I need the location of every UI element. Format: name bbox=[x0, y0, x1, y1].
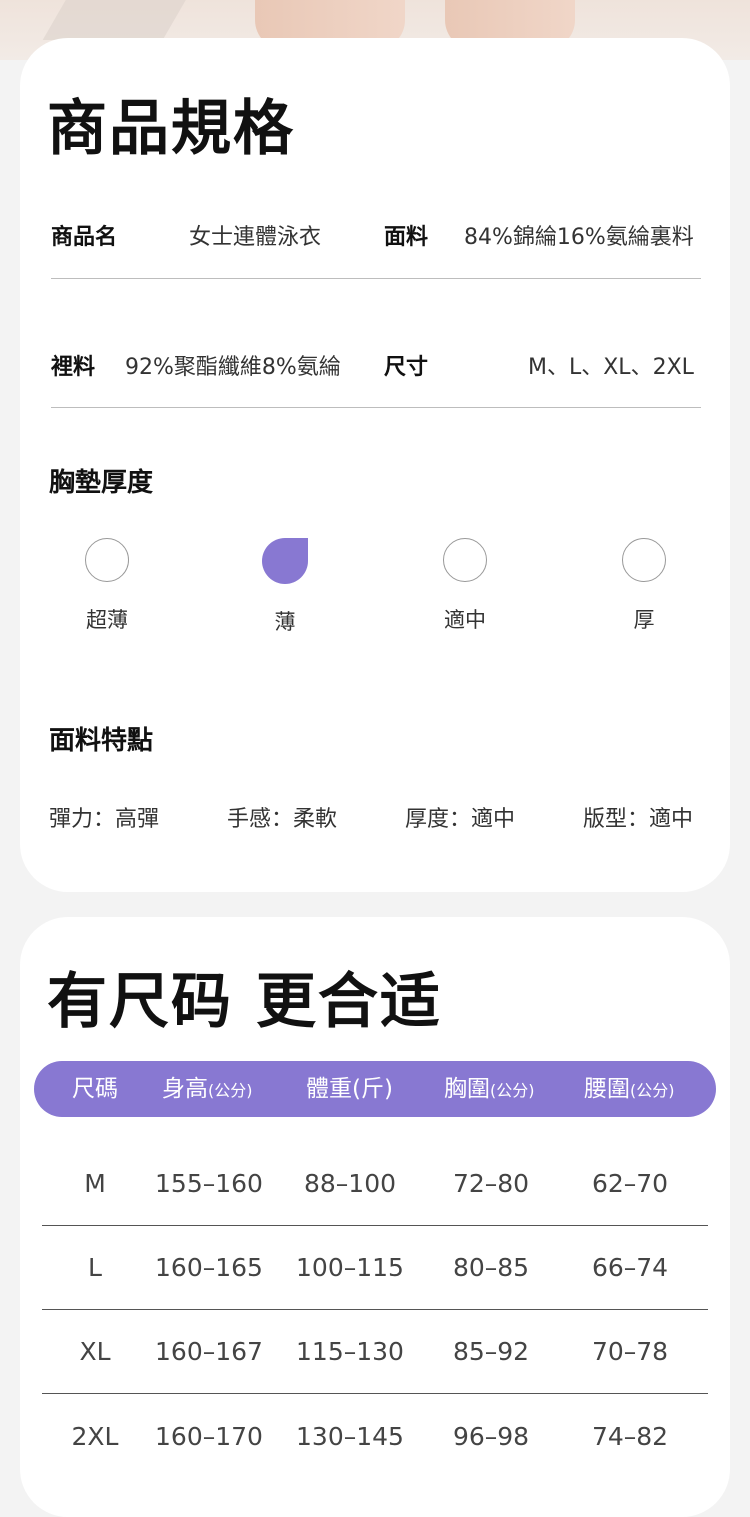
padding-option-label: 厚 bbox=[633, 608, 655, 632]
header-size: 尺碼 bbox=[72, 1076, 118, 1102]
spec-row-name-fabric: 商品名 女士連體泳衣 面料 84%錦綸16%氨綸裏料 bbox=[51, 219, 701, 250]
cell-weight: 88–100 bbox=[303, 1169, 397, 1198]
cell-weight: 100–115 bbox=[296, 1253, 404, 1282]
cell-height: 160–170 bbox=[155, 1422, 263, 1451]
spec-title: 商品規格 bbox=[47, 94, 295, 164]
padding-option-thick[interactable]: 厚 bbox=[604, 538, 684, 634]
cell-size: M bbox=[84, 1169, 106, 1198]
spec-card: 商品規格 商品名 女士連體泳衣 面料 84%錦綸16%氨綸裏料 裡料 92%聚酯… bbox=[20, 38, 730, 892]
header-height-label: 身高 bbox=[162, 1076, 208, 1102]
size-chart-title: 有尺码 更合适 bbox=[47, 967, 442, 1037]
cell-bust: 72–80 bbox=[452, 1169, 530, 1198]
cell-waist: 66–74 bbox=[591, 1253, 669, 1282]
header-weight: 體重(斤) bbox=[306, 1076, 393, 1102]
header-bust-label: 胸圍 bbox=[444, 1076, 490, 1102]
cell-size: 2XL bbox=[71, 1422, 119, 1451]
size-label: 尺寸 bbox=[384, 355, 429, 380]
cell-bust: 85–92 bbox=[452, 1337, 530, 1366]
fabric-label: 面料 bbox=[384, 225, 429, 250]
cell-size: L bbox=[88, 1253, 102, 1282]
radio-circle-icon bbox=[622, 538, 666, 582]
cell-weight: 130–145 bbox=[296, 1422, 404, 1451]
cell-height: 160–167 bbox=[155, 1337, 263, 1366]
header-bust-unit: (公分) bbox=[490, 1081, 535, 1100]
cell-waist: 62–70 bbox=[591, 1169, 669, 1198]
padding-option-label: 適中 bbox=[444, 608, 486, 632]
spec-row-lining-size: 裡料 92%聚酯纖維8%氨綸 尺寸 M、L、XL、2XL bbox=[51, 349, 701, 380]
table-row: XL 160–167 115–130 85–92 70–78 bbox=[42, 1310, 708, 1394]
spec-divider bbox=[51, 407, 701, 408]
product-name-value: 女士連體泳衣 bbox=[189, 225, 322, 250]
product-name-label: 商品名 bbox=[51, 225, 118, 250]
cell-waist: 74–82 bbox=[591, 1422, 669, 1451]
radio-circle-icon bbox=[443, 538, 487, 582]
header-height: 身高(公分) bbox=[162, 1061, 253, 1119]
cell-weight: 115–130 bbox=[296, 1337, 404, 1366]
cell-size: XL bbox=[79, 1337, 111, 1366]
header-height-unit: (公分) bbox=[208, 1081, 253, 1100]
padding-option-medium[interactable]: 適中 bbox=[425, 538, 505, 634]
cell-waist: 70–78 bbox=[591, 1337, 669, 1366]
size-value: M、L、XL、2XL bbox=[528, 355, 694, 380]
photo-shadow bbox=[42, 0, 198, 40]
lining-label: 裡料 bbox=[51, 355, 96, 380]
cell-bust: 80–85 bbox=[452, 1253, 530, 1282]
table-row: L 160–165 100–115 80–85 66–74 bbox=[42, 1226, 708, 1310]
padding-option-label: 薄 bbox=[274, 610, 296, 634]
cell-bust: 96–98 bbox=[452, 1422, 530, 1451]
padding-option-label: 超薄 bbox=[86, 608, 128, 632]
feature-fit: 版型：適中 bbox=[583, 807, 694, 832]
padding-title: 胸墊厚度 bbox=[49, 468, 154, 498]
header-waist-label: 腰圍 bbox=[584, 1076, 630, 1102]
table-row: M 155–160 88–100 72–80 62–70 bbox=[42, 1142, 708, 1226]
header-waist-unit: (公分) bbox=[630, 1081, 675, 1100]
header-waist: 腰圍(公分) bbox=[584, 1061, 675, 1119]
padding-option-ultra-thin[interactable]: 超薄 bbox=[67, 538, 147, 634]
header-bust: 胸圍(公分) bbox=[444, 1061, 535, 1119]
size-chart-card: 有尺码 更合适 尺碼 身高(公分) 體重(斤) 胸圍(公分) 腰圍(公分) M … bbox=[20, 917, 730, 1517]
lining-value: 92%聚酯纖維8%氨綸 bbox=[125, 355, 341, 380]
selected-drop-icon bbox=[262, 538, 308, 584]
row-divider bbox=[42, 1392, 708, 1394]
cell-height: 160–165 bbox=[155, 1253, 263, 1282]
cell-height: 155–160 bbox=[155, 1169, 263, 1198]
feature-hand-feel: 手感：柔軟 bbox=[227, 807, 338, 832]
fabric-value: 84%錦綸16%氨綸裏料 bbox=[464, 225, 694, 250]
features-title: 面料特點 bbox=[49, 726, 154, 756]
size-table-header: 尺碼 身高(公分) 體重(斤) 胸圍(公分) 腰圍(公分) bbox=[34, 1061, 716, 1117]
padding-option-thin[interactable]: 薄 bbox=[245, 538, 325, 636]
radio-circle-icon bbox=[85, 538, 129, 582]
feature-thickness: 厚度：適中 bbox=[405, 807, 516, 832]
table-row: 2XL 160–170 130–145 96–98 74–82 bbox=[42, 1395, 708, 1479]
feature-elasticity: 彈力：高彈 bbox=[49, 807, 160, 832]
spec-divider bbox=[51, 278, 701, 279]
